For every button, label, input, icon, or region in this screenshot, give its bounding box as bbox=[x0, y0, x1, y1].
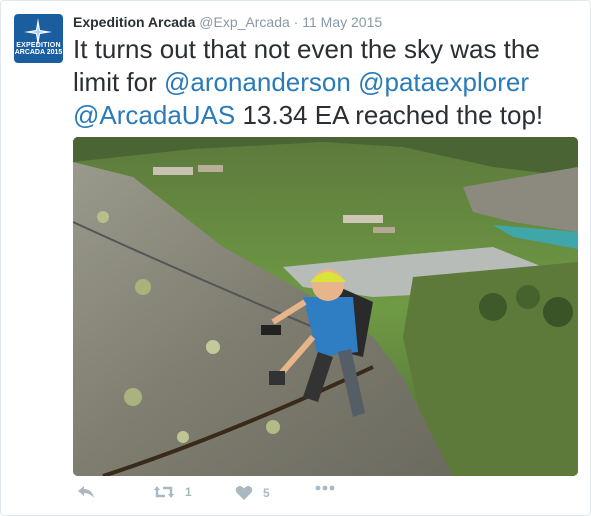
retweet-icon bbox=[154, 486, 174, 498]
like-button[interactable]: 5 bbox=[235, 485, 270, 501]
display-name[interactable]: Expedition Arcada bbox=[73, 14, 195, 30]
tweet-actions: 1 5 bbox=[73, 485, 578, 507]
timestamp[interactable]: 11 May 2015 bbox=[302, 14, 382, 30]
tweet-card[interactable]: EXPEDITION ARCADA 2015 Expedition Arcada… bbox=[0, 0, 591, 516]
climber-photo bbox=[73, 137, 578, 476]
mention-link[interactable]: @ArcadaUAS bbox=[73, 100, 235, 130]
tweet-text: It turns out that not even the sky was t… bbox=[73, 33, 578, 132]
mention-link[interactable]: @aronanderson bbox=[164, 67, 351, 97]
avatar[interactable]: EXPEDITION ARCADA 2015 bbox=[14, 14, 63, 63]
more-button[interactable] bbox=[315, 485, 335, 491]
tweet-header: Expedition Arcada @Exp_Arcada · 11 May 2… bbox=[73, 13, 382, 31]
mention-link[interactable]: @pataexplorer bbox=[358, 67, 529, 97]
reply-button[interactable] bbox=[77, 485, 95, 499]
tweet-photo[interactable] bbox=[73, 137, 578, 476]
username[interactable]: @Exp_Arcada bbox=[199, 14, 289, 30]
retweet-button[interactable]: 1 bbox=[153, 485, 192, 499]
separator: · bbox=[289, 14, 303, 30]
retweet-count: 1 bbox=[185, 485, 192, 499]
reply-icon bbox=[78, 486, 94, 498]
like-count: 5 bbox=[263, 486, 270, 500]
avatar-sublabel: ARCADA 2015 bbox=[14, 49, 63, 56]
avatar-label: EXPEDITION bbox=[16, 42, 61, 49]
tweet-text-end: 13.34 EA reached the top! bbox=[235, 100, 544, 130]
more-dots-icon bbox=[315, 485, 335, 491]
heart-icon bbox=[235, 486, 253, 500]
